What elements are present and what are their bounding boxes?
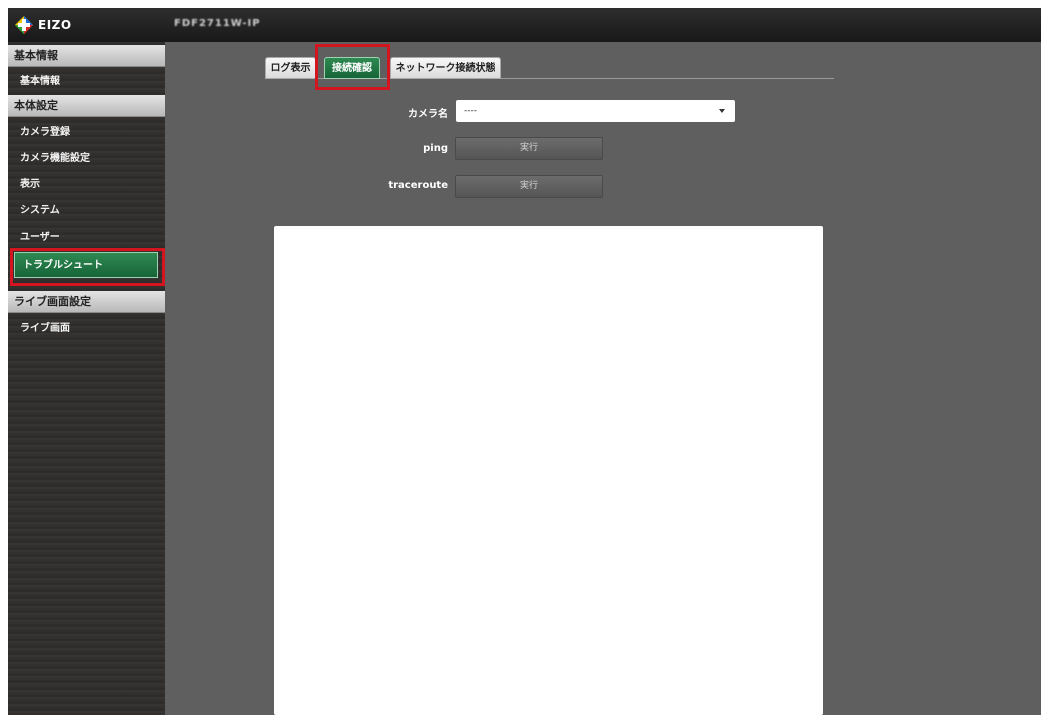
tab-connection-check[interactable]: 接続確認 <box>324 57 380 79</box>
chevron-down-icon <box>719 109 725 113</box>
sidebar-item-system[interactable]: システム <box>8 198 165 224</box>
sidebar-item-live-screen[interactable]: ライブ画面 <box>8 316 165 342</box>
sidebar-section-device-settings[interactable]: 本体設定 <box>8 95 165 117</box>
ping-execute-button[interactable]: 実行 <box>455 137 603 160</box>
ping-label: ping <box>423 143 448 154</box>
sidebar-item-camera-function-settings[interactable]: カメラ機能設定 <box>8 146 165 172</box>
camera-name-label: カメラ名 <box>408 109 448 120</box>
eizo-logo-icon <box>15 16 33 34</box>
camera-name-value: ---- <box>464 106 477 116</box>
sidebar-item-camera-registration[interactable]: カメラ登録 <box>8 120 165 146</box>
camera-name-select[interactable]: ---- <box>456 100 735 122</box>
traceroute-label: traceroute <box>388 180 448 191</box>
eizo-logo: EIZO <box>14 15 72 35</box>
sidebar-section-live-screen-settings[interactable]: ライブ画面設定 <box>8 291 165 313</box>
top-bar: EIZO FDF2711W-IP <box>8 8 1041 42</box>
traceroute-execute-button[interactable]: 実行 <box>455 175 603 198</box>
result-output-area[interactable] <box>274 226 823 715</box>
sidebar-item-troubleshoot[interactable]: トラブルシュート <box>14 252 158 278</box>
device-name: FDF2711W-IP <box>174 18 261 29</box>
sidebar-item-basic-info[interactable]: 基本情報 <box>8 69 165 95</box>
sidebar-item-display[interactable]: 表示 <box>8 172 165 198</box>
sidebar-item-users[interactable]: ユーザー <box>8 225 165 251</box>
sidebar: 基本情報 基本情報 本体設定 カメラ登録 カメラ機能設定 表示 システム ユーザ… <box>8 42 165 715</box>
tab-network-status[interactable]: ネットワーク接続状態 <box>390 57 501 79</box>
logo-text: EIZO <box>38 18 72 32</box>
sidebar-section-basic-info[interactable]: 基本情報 <box>8 45 165 67</box>
app-window: EIZO FDF2711W-IP 基本情報 基本情報 本体設定 カメラ登録 カメ… <box>8 8 1041 715</box>
tab-log-view[interactable]: ログ表示 <box>265 57 316 79</box>
